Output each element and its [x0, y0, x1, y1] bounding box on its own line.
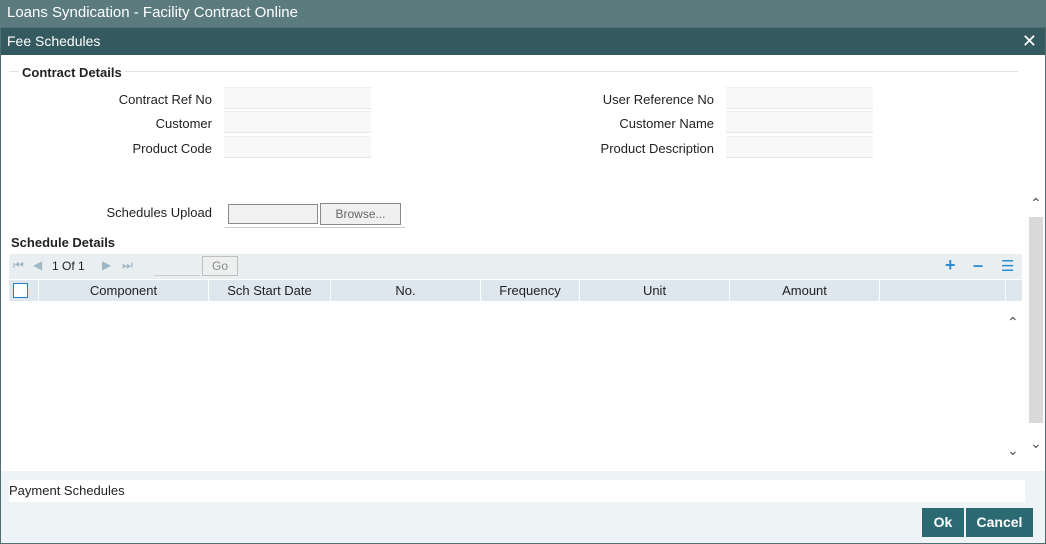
- select-all-checkbox[interactable]: [13, 283, 28, 298]
- upload-underline: [225, 227, 405, 228]
- column-header-sch-start-date[interactable]: Sch Start Date: [209, 280, 331, 302]
- add-row-icon[interactable]: +: [945, 255, 956, 276]
- section-divider: [9, 71, 19, 72]
- page-info: 1 Of 1: [52, 259, 85, 273]
- dialog-scroll-up-icon[interactable]: ⌃: [1030, 195, 1042, 212]
- product-description-label: Product Description: [600, 141, 714, 156]
- go-button[interactable]: Go: [202, 256, 238, 276]
- schedules-upload-input[interactable]: [228, 204, 318, 224]
- column-header-amount[interactable]: Amount: [730, 280, 880, 302]
- schedule-details-title: Schedule Details: [11, 235, 116, 250]
- close-icon[interactable]: ✕: [1022, 29, 1037, 53]
- last-page-icon[interactable]: ⏭: [122, 258, 133, 273]
- section-divider: [125, 71, 1018, 72]
- window-title-bar: Loans Syndication - Facility Contract On…: [0, 0, 1046, 27]
- customer-name-label: Customer Name: [619, 116, 714, 131]
- payment-schedules-link[interactable]: Payment Schedules: [9, 480, 1025, 502]
- schedules-upload-label: Schedules Upload: [106, 205, 212, 220]
- column-header-frequency[interactable]: Frequency: [481, 280, 580, 302]
- window-title: Loans Syndication - Facility Contract On…: [7, 4, 298, 21]
- user-reference-no-field[interactable]: [726, 87, 873, 109]
- browse-button[interactable]: Browse...: [320, 203, 401, 225]
- column-header-no[interactable]: No.: [331, 280, 481, 302]
- select-all-column: [9, 280, 39, 302]
- dialog-scrollbar[interactable]: ⌃ ⌄: [1027, 185, 1045, 467]
- dialog-scroll-thumb[interactable]: [1029, 217, 1043, 423]
- product-code-label: Product Code: [132, 141, 213, 156]
- contract-details-title: Contract Details: [22, 65, 122, 80]
- fee-schedules-dialog: Fee Schedules ✕ Contract Details Contrac…: [0, 27, 1046, 544]
- page-number-input[interactable]: [154, 257, 200, 276]
- grid-scroll-up-icon[interactable]: ⌃: [1007, 314, 1019, 331]
- ok-button[interactable]: Ok: [922, 508, 964, 537]
- column-header-empty: [880, 280, 1006, 302]
- product-description-field[interactable]: [726, 136, 873, 158]
- cancel-button[interactable]: Cancel: [966, 508, 1033, 537]
- user-reference-no-label: User Reference No: [602, 92, 714, 107]
- grid-body: [9, 301, 1009, 467]
- list-view-icon[interactable]: ☰: [1001, 257, 1014, 275]
- dialog-title: Fee Schedules: [7, 33, 101, 49]
- column-header-component[interactable]: Component: [39, 280, 209, 302]
- grid-header: Component Sch Start Date No. Frequency U…: [9, 279, 1022, 302]
- column-header-unit[interactable]: Unit: [580, 280, 730, 302]
- product-code-field[interactable]: [224, 136, 371, 158]
- dialog-scroll-down-icon[interactable]: ⌄: [1030, 435, 1042, 452]
- customer-field[interactable]: [224, 111, 371, 133]
- contract-ref-no-field[interactable]: [224, 87, 371, 109]
- first-page-icon[interactable]: ⏮: [13, 258, 24, 273]
- next-page-icon[interactable]: ▶: [102, 258, 111, 272]
- grid-scroll-down-icon[interactable]: ⌄: [1007, 442, 1019, 459]
- contract-ref-no-label: Contract Ref No: [118, 92, 212, 107]
- customer-name-field[interactable]: [726, 111, 873, 133]
- delete-row-icon[interactable]: –: [973, 255, 983, 276]
- customer-label: Customer: [155, 116, 212, 131]
- grid-toolbar: ⏮ ◀ 1 Of 1 ▶ ⏭ Go + – ☰: [9, 254, 1022, 279]
- previous-page-icon[interactable]: ◀: [33, 258, 42, 272]
- dialog-header: Fee Schedules ✕: [1, 28, 1045, 55]
